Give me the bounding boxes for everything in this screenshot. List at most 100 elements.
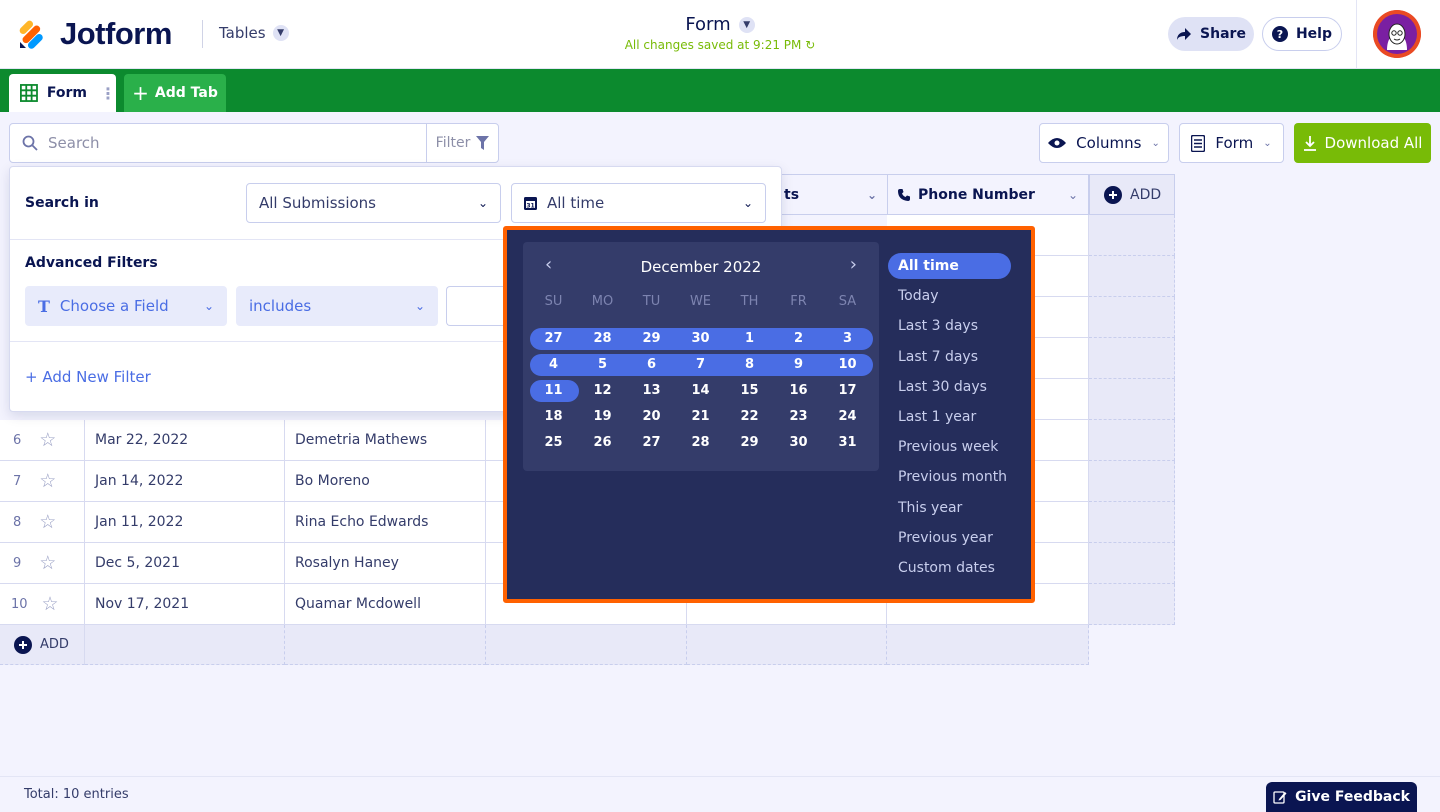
star-icon[interactable]: ☆ <box>39 552 56 574</box>
date-cell[interactable]: Nov 17, 2021 <box>85 584 285 625</box>
calendar-day[interactable]: 18 <box>529 406 578 428</box>
calendar-day[interactable]: 28 <box>578 328 627 350</box>
date-preset-option[interactable]: Last 30 days <box>888 374 1011 400</box>
weekday-label: FR <box>790 294 807 309</box>
calendar-day[interactable]: 28 <box>676 432 725 454</box>
calendar-day[interactable]: 20 <box>627 406 676 428</box>
calendar-day[interactable]: 21 <box>676 406 725 428</box>
add-row-button[interactable]: ADD <box>0 625 85 665</box>
add-column-button[interactable]: ADD <box>1089 174 1175 215</box>
tables-dropdown[interactable]: Tables ▼ <box>219 24 289 42</box>
calendar-day[interactable]: 4 <box>529 354 578 376</box>
calendar-day[interactable]: 10 <box>823 354 872 376</box>
calendar-day[interactable]: 5 <box>578 354 627 376</box>
page-title: Form <box>685 14 731 35</box>
calendar-day[interactable]: 27 <box>627 432 676 454</box>
divider <box>1356 0 1357 69</box>
add-column-cell <box>1089 256 1175 297</box>
name-cell[interactable]: Quamar Mcdowell <box>285 584 486 625</box>
date-preset-option[interactable]: Custom dates <box>888 555 1011 581</box>
add-new-filter-link[interactable]: + Add New Filter <box>25 368 151 386</box>
date-cell[interactable]: Jan 11, 2022 <box>85 502 285 543</box>
columns-button[interactable]: Columns ⌄ <box>1039 123 1169 163</box>
name-cell[interactable]: Rina Echo Edwards <box>285 502 486 543</box>
calendar-day[interactable]: 30 <box>676 328 725 350</box>
footer: Total: 10 entries <box>0 776 1440 810</box>
filter-button[interactable]: Filter <box>426 123 499 163</box>
calendar-day[interactable]: 1 <box>725 328 774 350</box>
submissions-select[interactable]: All Submissions ⌄ <box>246 183 501 223</box>
eye-icon <box>1048 138 1067 148</box>
calendar-day[interactable]: 30 <box>774 432 823 454</box>
calendar-day[interactable]: 26 <box>578 432 627 454</box>
date-preset-option[interactable]: Previous month <box>888 464 1011 490</box>
download-all-button[interactable]: Download All <box>1294 123 1431 163</box>
date-preset-option[interactable]: This year <box>888 495 1011 521</box>
tab-form[interactable]: Form ⋮ <box>9 74 116 112</box>
date-preset-option[interactable]: Previous year <box>888 525 1011 551</box>
calendar-day[interactable]: 19 <box>578 406 627 428</box>
chevron-down-icon: ▼ <box>738 16 755 33</box>
avatar[interactable] <box>1373 10 1421 58</box>
name-cell[interactable]: Rosalyn Haney <box>285 543 486 584</box>
calendar-day[interactable]: 9 <box>774 354 823 376</box>
operator-select[interactable]: includes ⌄ <box>236 286 438 326</box>
date-preset-option[interactable]: Last 1 year <box>888 404 1011 430</box>
add-tab-button[interactable]: + Add Tab <box>124 74 226 112</box>
column-header-phone[interactable]: Phone Number ⌄ <box>887 174 1089 215</box>
weekday-label: TH <box>740 294 759 309</box>
filter-value-input[interactable] <box>446 286 506 326</box>
date-cell[interactable]: Dec 5, 2021 <box>85 543 285 584</box>
give-feedback-button[interactable]: Give Feedback <box>1266 782 1417 812</box>
date-preset-option[interactable]: All time <box>888 253 1011 279</box>
date-cell[interactable]: Mar 22, 2022 <box>85 420 285 461</box>
name-cell[interactable]: Demetria Mathews <box>285 420 486 461</box>
chevron-down-icon: ⌄ <box>742 196 753 210</box>
date-preset-option[interactable]: Previous week <box>888 434 1011 460</box>
calendar-day[interactable]: 29 <box>627 328 676 350</box>
calendar-day[interactable]: 25 <box>529 432 578 454</box>
calendar-day[interactable]: 17 <box>823 380 872 402</box>
form-title-dropdown[interactable]: Form ▼ <box>685 14 755 35</box>
form-view-button[interactable]: Form ⌄ <box>1179 123 1284 163</box>
form-document-icon <box>1191 134 1206 152</box>
calendar-day[interactable]: 3 <box>823 328 872 350</box>
star-icon[interactable]: ☆ <box>42 593 59 615</box>
calendar-day[interactable]: 29 <box>725 432 774 454</box>
star-icon[interactable]: ☆ <box>39 470 56 492</box>
calendar-day[interactable]: 31 <box>823 432 872 454</box>
choose-field-select[interactable]: T Choose a Field ⌄ <box>25 286 227 326</box>
jotform-logo[interactable]: Jotform <box>18 16 172 52</box>
weekday-label: SA <box>838 294 857 309</box>
chevron-right-icon[interactable]: › <box>850 254 857 275</box>
date-preset-option[interactable]: Last 3 days <box>888 313 1011 339</box>
search-input[interactable] <box>48 134 398 152</box>
star-icon[interactable]: ☆ <box>39 511 56 533</box>
calendar-day[interactable]: 7 <box>676 354 725 376</box>
name-cell[interactable]: Bo Moreno <box>285 461 486 502</box>
share-button[interactable]: Share <box>1168 17 1254 51</box>
calendar-day[interactable]: 24 <box>823 406 872 428</box>
help-button[interactable]: ? Help <box>1262 17 1342 51</box>
time-range-select[interactable]: 31 All time ⌄ <box>511 183 766 223</box>
more-vertical-icon[interactable]: ⋮ <box>100 84 116 103</box>
calendar-day[interactable]: 22 <box>725 406 774 428</box>
calendar-day[interactable]: 2 <box>774 328 823 350</box>
date-cell[interactable]: Jan 14, 2022 <box>85 461 285 502</box>
calendar-day[interactable]: 14 <box>676 380 725 402</box>
calendar-day[interactable]: 6 <box>627 354 676 376</box>
calendar-day[interactable]: 11 <box>529 380 578 402</box>
calendar-day[interactable]: 8 <box>725 354 774 376</box>
calendar-day[interactable]: 16 <box>774 380 823 402</box>
table-grid-icon <box>20 84 38 102</box>
star-icon[interactable]: ☆ <box>39 429 56 451</box>
date-preset-option[interactable]: Today <box>888 283 1011 309</box>
calendar-day[interactable]: 12 <box>578 380 627 402</box>
calendar-day[interactable]: 27 <box>529 328 578 350</box>
calendar-day[interactable]: 13 <box>627 380 676 402</box>
calendar-day[interactable]: 23 <box>774 406 823 428</box>
date-preset-option[interactable]: Last 7 days <box>888 344 1011 370</box>
calendar-day[interactable]: 15 <box>725 380 774 402</box>
chevron-down-icon: ⌄ <box>1151 137 1160 149</box>
filter-funnel-icon <box>476 136 490 150</box>
